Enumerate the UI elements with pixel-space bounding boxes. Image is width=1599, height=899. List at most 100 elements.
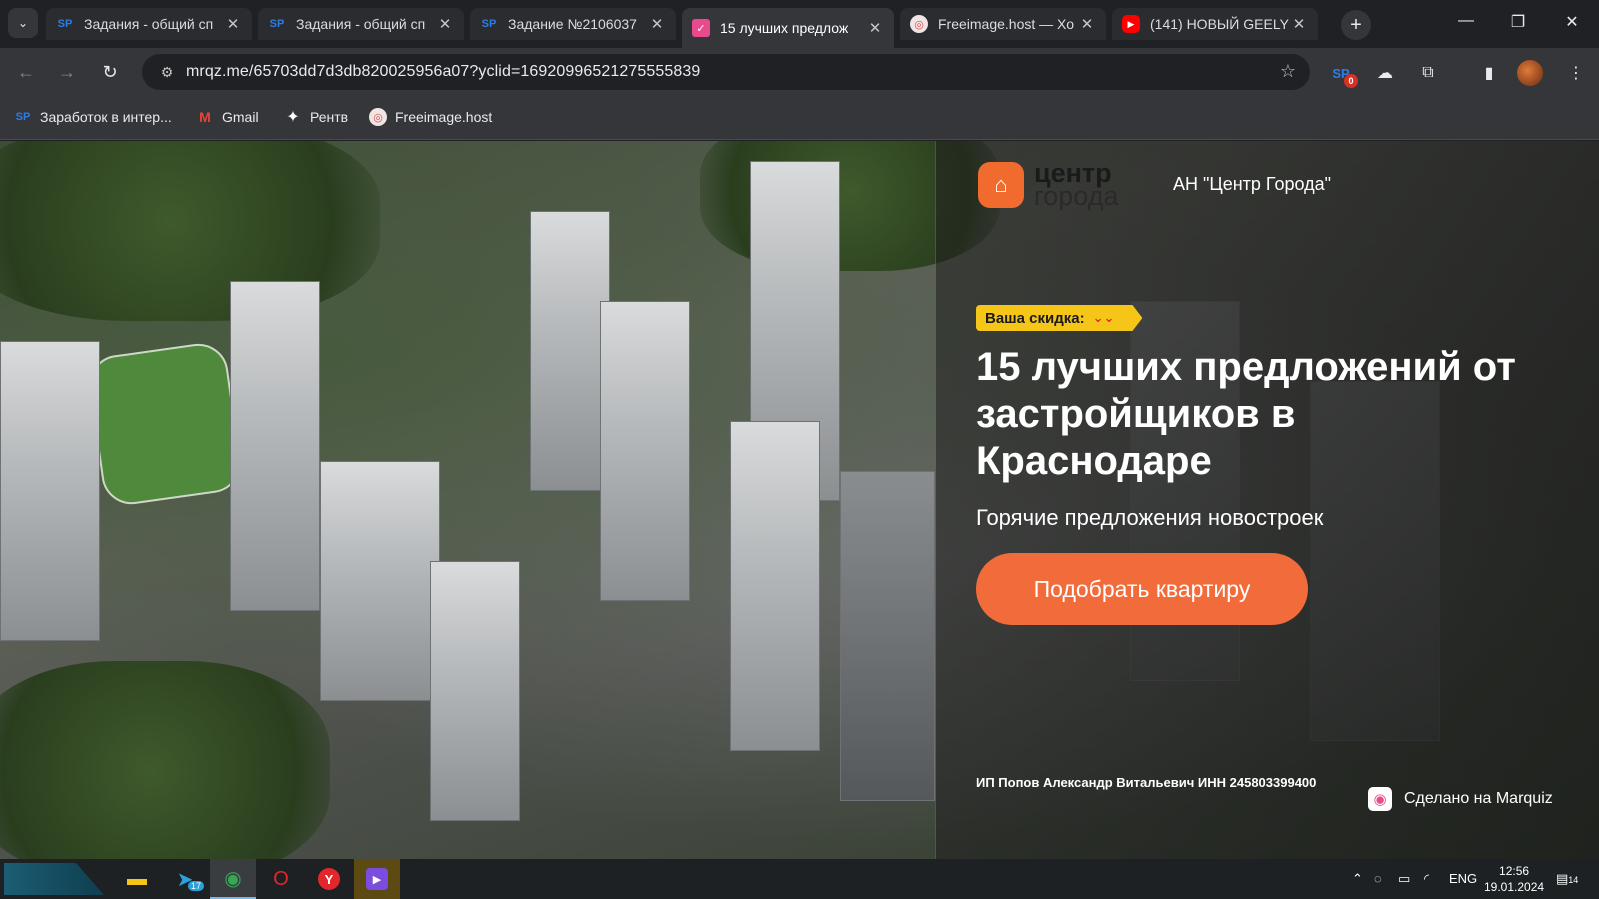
clock-time: 12:56	[1499, 864, 1530, 878]
marquiz-link[interactable]: ◉ Сделано на Marquiz	[1368, 787, 1553, 811]
forward-button[interactable]: →	[53, 58, 81, 86]
extension-icon[interactable]: ☁	[1372, 60, 1398, 86]
taskbar-search[interactable]	[4, 863, 104, 895]
sp-favicon-icon: SP	[269, 18, 285, 30]
marquiz-label: Сделано на Marquiz	[1404, 790, 1553, 807]
find-apartment-button[interactable]: Подобрать квартиру	[976, 553, 1308, 625]
sp-favicon-icon: SP	[481, 18, 497, 30]
building	[530, 211, 610, 491]
new-tab-button[interactable]: +	[1341, 10, 1371, 40]
gmail-icon: M	[199, 109, 211, 125]
browser-toolbar: ← → ↻ ⚙ mrqz.me/65703dd7d3db820025956a07…	[0, 48, 1599, 96]
sp-extension-button[interactable]: SP 0	[1328, 60, 1358, 88]
divider-line	[935, 141, 936, 859]
windows-taskbar: ▬ ➤ 17 ◉ O Y ▶ ⌃ ◌ ▭ ◜ ENG 12:56 19.01.20…	[0, 859, 1599, 899]
address-bar[interactable]: ⚙ mrqz.me/65703dd7d3db820025956a07?yclid…	[142, 54, 1310, 90]
close-window-button[interactable]: ✕	[1562, 12, 1582, 32]
bookmark-label: Рентв	[310, 109, 349, 125]
bookmarks-bar: SP Заработок в интер... M Gmail ✦ Рентв …	[0, 96, 1599, 140]
tab-title: Freeimage.host — Хо	[938, 16, 1075, 32]
tray-app-icon[interactable]: ◌	[1374, 871, 1382, 886]
tab-title: (141) НОВЫЙ GEELY	[1150, 16, 1289, 32]
background-trees	[0, 661, 330, 859]
opera-icon[interactable]: O	[258, 859, 304, 899]
close-icon[interactable]: ✕	[866, 19, 884, 37]
bookmark-item[interactable]: SP Заработок в интер...	[14, 108, 172, 126]
home-logo-icon: ⌂	[978, 162, 1024, 208]
building	[230, 281, 320, 611]
file-explorer-icon[interactable]: ▬	[114, 859, 160, 899]
bookmark-item[interactable]: ✦ Рентв	[284, 108, 348, 126]
building	[840, 471, 935, 801]
freeimage-icon: ◎	[369, 108, 387, 126]
notifications-icon[interactable]: ▤14	[1556, 871, 1578, 887]
building	[730, 421, 820, 751]
building	[600, 301, 690, 601]
tab-5[interactable]: ◎ Freeimage.host — Хо ✕	[900, 8, 1106, 40]
tray-overflow-chevron-icon[interactable]: ⌃	[1352, 871, 1363, 887]
building	[0, 341, 100, 641]
system-clock[interactable]: 12:56 19.01.2024	[1484, 863, 1544, 895]
tab-search-button[interactable]: ⌄	[8, 8, 38, 38]
agency-name: АН "Центр Города"	[1173, 174, 1332, 194]
tab-4-active[interactable]: ✓ 15 лучших предлож ✕	[682, 8, 894, 48]
check-favicon-icon: ✓	[692, 19, 710, 37]
chrome-icon[interactable]: ◉	[210, 859, 256, 899]
discount-label: Ваша скидка:	[985, 309, 1085, 327]
close-icon[interactable]: ✕	[436, 15, 454, 33]
logo-text: центр города	[1034, 160, 1119, 211]
back-button[interactable]: ←	[12, 58, 40, 86]
building	[430, 561, 520, 821]
bookmark-item[interactable]: M Gmail	[196, 108, 259, 126]
side-panel-icon[interactable]: ▮	[1476, 60, 1502, 86]
bookmark-item[interactable]: ◎ Freeimage.host	[369, 108, 492, 126]
close-icon[interactable]: ✕	[648, 15, 666, 33]
telegram-badge: 17	[188, 881, 205, 891]
tab-2[interactable]: SP Задания - общий сп ✕	[258, 8, 464, 40]
site-settings-icon[interactable]: ⚙	[152, 64, 182, 81]
tab-strip: ⌄ SP Задания - общий сп ✕ SP Задания - о…	[0, 0, 1599, 48]
url-text[interactable]: mrqz.me/65703dd7d3db820025956a07?yclid=1…	[186, 63, 700, 81]
chevron-down-icon: ⌄	[17, 16, 29, 30]
browser-window: ⌄ SP Задания - общий сп ✕ SP Задания - о…	[0, 0, 1599, 899]
tab-6[interactable]: ▶ (141) НОВЫЙ GEELY ✕	[1112, 8, 1318, 40]
bookmark-label: Gmail	[222, 109, 259, 125]
close-icon[interactable]: ✕	[1290, 15, 1308, 33]
restore-button[interactable]: ❐	[1508, 12, 1528, 32]
logo-line-2: города	[1034, 181, 1119, 211]
reload-button[interactable]: ↻	[96, 58, 124, 86]
youtube-favicon-icon: ▶	[1122, 15, 1140, 33]
building	[320, 461, 440, 701]
arrow-left-icon: ←	[17, 61, 35, 82]
battery-icon[interactable]: ▭	[1398, 871, 1410, 887]
sports-field	[85, 339, 245, 509]
bookmark-star-icon[interactable]: ☆	[1280, 61, 1296, 82]
plus-icon: +	[1350, 13, 1362, 36]
double-chevron-down-icon: ⌄⌄	[1092, 310, 1115, 325]
tab-title: Задания - общий сп	[84, 16, 214, 32]
tab-1[interactable]: SP Задания - общий сп ✕	[46, 8, 252, 40]
reload-icon: ↻	[102, 61, 118, 82]
language-indicator[interactable]: ENG	[1449, 871, 1477, 886]
close-icon[interactable]: ✕	[224, 15, 242, 33]
puzzle-icon[interactable]: ⧉	[1415, 60, 1441, 86]
marquiz-logo-icon: ◉	[1368, 787, 1392, 811]
telegram-icon[interactable]: ➤ 17	[162, 859, 208, 899]
yandex-browser-icon[interactable]: Y	[306, 859, 352, 899]
freeimage-favicon-icon: ◎	[910, 15, 928, 33]
menu-icon[interactable]: ⋮	[1563, 60, 1589, 86]
notification-count: 14	[1568, 875, 1579, 885]
rentv-icon: ✦	[286, 109, 300, 126]
discount-badge: Ваша скидка: ⌄⌄	[976, 305, 1143, 331]
brand-logo[interactable]: ⌂ центр города	[978, 160, 1119, 211]
tab-3[interactable]: SP Задание №2106037 ✕	[470, 8, 676, 40]
profile-avatar[interactable]	[1517, 60, 1543, 86]
wifi-icon[interactable]: ◜	[1424, 871, 1429, 887]
video-editor-icon[interactable]: ▶	[354, 859, 400, 899]
close-icon[interactable]: ✕	[1078, 15, 1096, 33]
tab-title: Задания - общий сп	[296, 16, 426, 32]
arrow-right-icon: →	[58, 61, 76, 82]
legal-text: ИП Попов Александр Витальевич ИНН 245803…	[976, 775, 1317, 790]
landing-page: ⌂ центр города АН "Центр Города" Ваша ск…	[0, 141, 1599, 859]
minimize-button[interactable]: —	[1456, 12, 1476, 30]
